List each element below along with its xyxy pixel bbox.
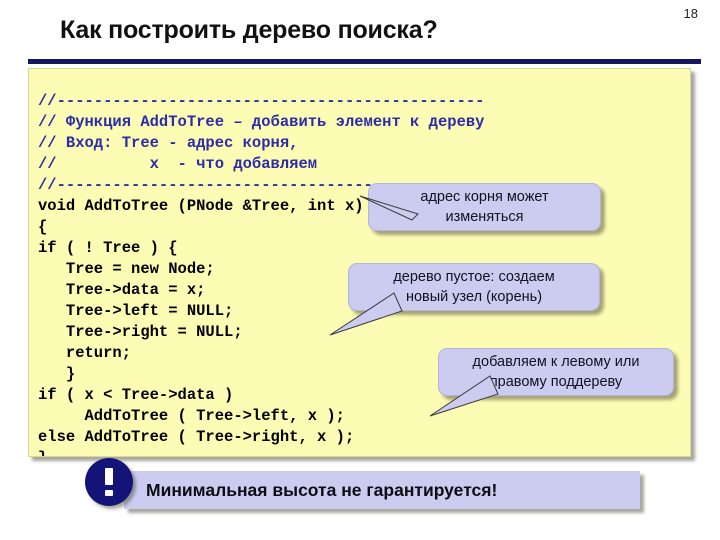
exclamation-bar <box>104 467 114 486</box>
code-line: // Функция AddToTree – добавить элемент … <box>38 112 485 131</box>
code-line: Tree = new Node; <box>38 259 215 278</box>
code-line: // Вход: Tree - адрес корня, <box>38 133 299 152</box>
code-line: // x - что добавляем <box>38 154 318 173</box>
callout-subtree-text: добавляем к левому или правому поддереву <box>472 354 640 390</box>
callout-root-address: адрес корня может изменяться <box>368 183 601 231</box>
callout-root-address-text: адрес корня может изменяться <box>420 189 549 225</box>
title-divider <box>28 59 701 64</box>
code-line: } <box>38 449 47 457</box>
code-line: Tree->left = NULL; <box>38 301 234 320</box>
exclamation-dot <box>104 489 114 497</box>
code-line: else AddToTree ( Tree->right, x ); <box>38 427 355 446</box>
code-line: Tree->data = x; <box>38 280 206 299</box>
callout-subtree: добавляем к левому или правому поддереву <box>438 348 674 396</box>
note-banner: Минимальная высота не гарантируется! <box>124 471 640 509</box>
exclamation-icon <box>85 458 133 506</box>
code-line: if ( x < Tree->data ) <box>38 385 234 404</box>
slide-number: 18 <box>683 6 698 21</box>
code-line: AddToTree ( Tree->left, x ); <box>38 406 345 425</box>
code-line: { <box>38 217 48 236</box>
code-line: void AddToTree (PNode &Tree, int x) <box>38 196 364 215</box>
callout-empty-tree-text: дерево пустое: создаем новый узел (корень… <box>393 269 555 305</box>
code-line: Tree->right = NULL; <box>38 322 243 341</box>
code-line: //--------------------------------------… <box>38 91 485 110</box>
code-line: if ( ! Tree ) { <box>38 238 178 257</box>
page-title: Как построить дерево поиска? <box>60 16 438 44</box>
code-line: } <box>38 364 76 383</box>
code-line: return; <box>38 343 132 362</box>
note-text: Минимальная высота не гарантируется! <box>146 479 498 500</box>
callout-empty-tree: дерево пустое: создаем новый узел (корень… <box>348 263 600 311</box>
